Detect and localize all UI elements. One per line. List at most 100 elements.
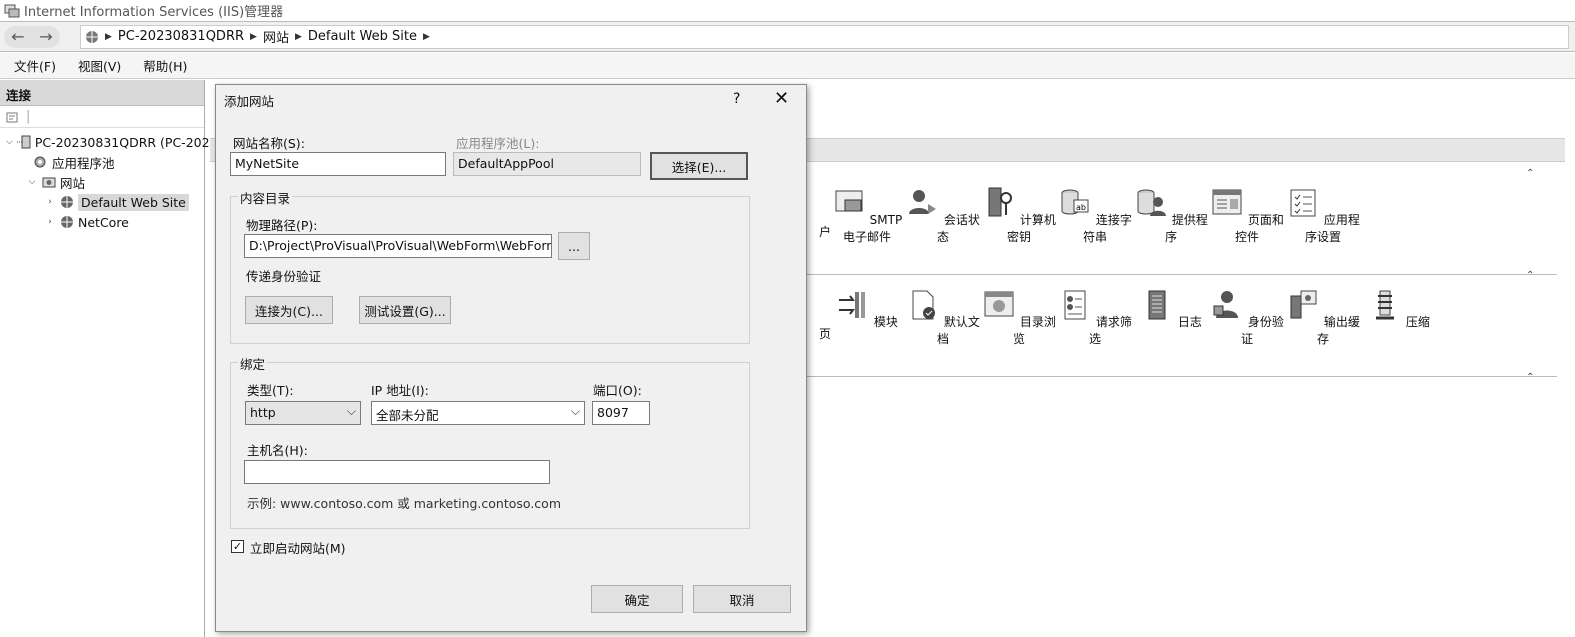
breadcrumb-separator-icon: ▶: [250, 31, 257, 42]
tree-item-label: Default Web Site: [78, 193, 189, 211]
expand-chevron-icon[interactable]: ›: [44, 197, 56, 207]
feature-default-document[interactable]: 默认文档: [905, 288, 981, 348]
help-icon[interactable]: ?: [733, 91, 740, 107]
feature-authentication[interactable]: 身份验证: [1209, 288, 1285, 348]
site-name-input[interactable]: MyNetSite: [230, 152, 446, 176]
request-filtering-icon: [1064, 290, 1086, 320]
connect-icon[interactable]: [6, 110, 20, 124]
breadcrumb-separator-icon: ▶: [105, 31, 112, 42]
tree-item-label: 网站: [60, 175, 86, 191]
forward-arrow-icon[interactable]: →: [32, 26, 60, 48]
globe-icon: [86, 30, 98, 43]
dialog-titlebar: 添加网站 ? ✕: [216, 85, 806, 115]
cancel-button[interactable]: 取消: [693, 585, 791, 613]
tree-item-default-web-site[interactable]: › Default Web Site: [0, 192, 204, 212]
svg-text:ab: ab: [1076, 203, 1086, 212]
section-divider: [805, 274, 1557, 275]
dialog-title: 添加网站: [224, 93, 275, 109]
tree-item-label: PC-20230831QDRR (PC-202: [34, 134, 210, 150]
breadcrumb[interactable]: ▶ PC-20230831QDRR ▶ 网站 ▶ Default Web Sit…: [80, 24, 1569, 49]
tree-item-netcore[interactable]: › NetCore: [0, 212, 204, 232]
content-directory-title: 内容目录: [238, 188, 293, 207]
connections-tree: ⌵ PC-20230831QDRR (PC-202 应用程序池 ⌵ 网站 › D…: [0, 128, 210, 232]
breadcrumb-sites[interactable]: 网站: [263, 27, 289, 46]
menu-bar: 文件(F) 视图(V) 帮助(H): [0, 53, 1575, 79]
collapse-chevron-icon[interactable]: ⌵: [6, 137, 13, 147]
tree-item-label: NetCore: [78, 214, 129, 230]
menu-help[interactable]: 帮助(H): [143, 56, 187, 75]
ok-button[interactable]: 确定: [591, 585, 683, 613]
select-app-pool-button[interactable]: 选择(E)...: [650, 152, 748, 180]
host-name-label: 主机名(H):: [247, 443, 308, 458]
host-name-input[interactable]: [244, 460, 550, 484]
feature-output-caching[interactable]: 输出缓存: [1285, 288, 1361, 348]
feature-logging[interactable]: 日志: [1133, 288, 1209, 331]
start-now-label[interactable]: 立即启动网站(M): [250, 538, 346, 557]
iis-app-icon: [4, 4, 20, 17]
expand-chevron-icon[interactable]: ›: [44, 217, 56, 227]
menu-view[interactable]: 视图(V): [78, 56, 121, 75]
type-label: 类型(T):: [247, 383, 294, 398]
tree-item-app-pools[interactable]: 应用程序池: [0, 152, 204, 172]
port-label: 端口(O):: [593, 383, 642, 398]
feature-pages-controls[interactable]: 页面和控件: [1209, 186, 1285, 246]
feature-smtp-email[interactable]: SMTP 电子邮件: [829, 186, 905, 246]
folder-icon: [41, 175, 57, 189]
toolbar-divider: |: [26, 109, 31, 124]
breadcrumb-separator-icon: ▶: [422, 31, 430, 42]
collapse-section-icon[interactable]: ⌃: [1526, 168, 1534, 179]
app-pool-label: 应用程序池(L):: [456, 136, 540, 151]
close-icon[interactable]: ✕: [774, 88, 789, 109]
feature-request-filtering[interactable]: 请求筛选: [1057, 288, 1133, 348]
app-pool-field: DefaultAppPool: [453, 152, 641, 176]
tree-item-sites[interactable]: ⌵ 网站: [0, 172, 204, 192]
smtp-email-icon: [835, 190, 863, 212]
feature-session-state[interactable]: 会话状态: [905, 186, 981, 246]
physical-path-input[interactable]: D:\Project\ProVisual\ProVisual\WebForm\W…: [244, 234, 552, 258]
feature-machine-key[interactable]: 计算机密钥: [981, 186, 1057, 246]
breadcrumb-server[interactable]: PC-20230831QDRR: [118, 29, 244, 44]
test-settings-button[interactable]: 测试设置(G)...: [359, 296, 451, 324]
collapse-section-icon[interactable]: ⌃: [1526, 372, 1534, 383]
collapse-section-icon[interactable]: ⌃: [1526, 270, 1534, 281]
start-now-checkbox[interactable]: ✓: [231, 540, 244, 553]
tree-item-server[interactable]: ⌵ PC-20230831QDRR (PC-202: [0, 132, 210, 152]
providers-icon: [1137, 189, 1167, 216]
feature-connection-strings[interactable]: ab 连接字符串: [1057, 186, 1133, 246]
nav-buttons: ← →: [4, 25, 60, 48]
ip-address-select-value: 全部未分配: [376, 408, 439, 423]
feature-compression[interactable]: 压缩: [1361, 288, 1437, 331]
breadcrumb-default-site[interactable]: Default Web Site: [308, 29, 417, 44]
connections-toolbar: |: [0, 106, 204, 128]
logging-icon: [1148, 290, 1166, 320]
collapse-chevron-icon[interactable]: ⌵: [26, 177, 38, 187]
feature-providers[interactable]: 提供程序: [1133, 186, 1209, 246]
type-select-value: http: [250, 405, 276, 420]
host-name-example: 示例: www.contoso.com 或 marketing.contoso.…: [247, 496, 561, 511]
section-divider: [805, 376, 1557, 377]
ip-address-select[interactable]: 全部未分配 ⌵: [371, 401, 585, 425]
feature-app-settings[interactable]: 应用程序设置: [1285, 186, 1361, 246]
binding-title: 绑定: [238, 354, 268, 373]
connections-header: 连接: [0, 80, 204, 106]
type-select[interactable]: http ⌵: [245, 401, 361, 425]
port-input[interactable]: 8097: [592, 401, 650, 425]
feature-directory-browsing[interactable]: 目录浏览: [981, 288, 1057, 348]
authentication-icon: [1213, 291, 1239, 318]
connection-strings-icon: ab: [1061, 189, 1089, 215]
window-title: Internet Information Services (IIS)管理器: [24, 5, 284, 20]
menu-file[interactable]: 文件(F): [14, 56, 56, 75]
window-titlebar: Internet Information Services (IIS)管理器: [0, 0, 1575, 22]
browse-button[interactable]: ...: [558, 232, 590, 260]
feature-modules[interactable]: 模块: [829, 288, 905, 331]
pages-controls-icon: [1212, 189, 1242, 215]
connections-pane: 连接 | ⌵ PC-20230831QDRR (PC-202 应用程序池 ⌵ 网…: [0, 80, 210, 637]
default-document-icon: [912, 290, 936, 320]
compression-icon: [1376, 290, 1395, 320]
site-name-label: 网站名称(S):: [233, 136, 305, 151]
modules-icon: [839, 292, 866, 318]
tree-item-label: 应用程序池: [52, 155, 115, 171]
back-arrow-icon[interactable]: ←: [4, 26, 32, 48]
connect-as-button[interactable]: 连接为(C)...: [245, 296, 333, 324]
server-icon: [16, 135, 32, 149]
